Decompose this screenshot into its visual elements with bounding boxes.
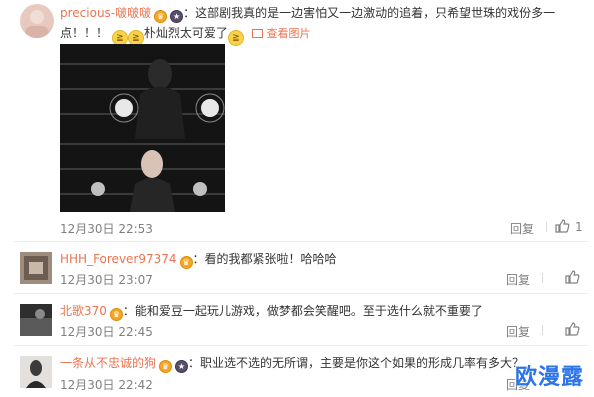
user-avatar[interactable] [20, 4, 54, 38]
user-avatar[interactable] [20, 356, 52, 388]
comment-separator [14, 241, 588, 242]
site-watermark: 欧漫露 [514, 365, 584, 390]
user-avatar[interactable] [20, 252, 52, 284]
comment-text-line: 一条从不忠诚的狗 ♛ ★ ：职业选不选的无所谓，主要是你这个如果的形成几率有多大？ [60, 354, 524, 373]
member-badge-icon: ★ [175, 360, 189, 373]
crown-badge-icon: ♛ [179, 256, 193, 269]
comment-text-2: 点！！！ [60, 26, 109, 40]
comment-2: HHH_Forever97374 ♛ ：看的我都紧张啦！哈哈哈 12月30日 23:… [0, 246, 594, 292]
comment-username[interactable]: 一条从不忠诚的狗 [60, 356, 156, 370]
like-count: 1 [575, 220, 583, 234]
reply-button[interactable]: 回复 [506, 323, 530, 340]
comment-username[interactable]: 北歌370 [60, 304, 107, 318]
picture-icon [251, 29, 263, 38]
member-badge-icon: ★ [170, 10, 184, 23]
action-divider [546, 222, 547, 232]
user-avatar[interactable] [20, 304, 52, 336]
comment-1: precious-啵啵啵 ♛ ★ ：这部剧我真的是一边害怕又一边激动的追着，只希望世珠… [0, 0, 594, 238]
comment-username[interactable]: HHH_Forever97374 [60, 252, 177, 266]
thumbs-up-icon[interactable] [554, 218, 570, 234]
view-picture-link[interactable]: 查看图片 [267, 27, 311, 40]
comment-time: 12月30日 23:07 [60, 273, 153, 287]
laughing-emoji-icon: ≧ [227, 30, 244, 46]
comment-text: ：看的我都紧张啦！哈哈哈 [192, 252, 337, 266]
comment-username[interactable]: precious-啵啵啵 [60, 6, 151, 20]
comment-time: 12月30日 22:45 [60, 325, 153, 339]
photo-image [60, 44, 225, 212]
avatar-image [20, 356, 52, 388]
crown-badge-icon: ♛ [109, 308, 123, 321]
avatar-image [20, 304, 52, 336]
action-divider [542, 325, 543, 335]
comment-text-line: HHH_Forever97374 ♛ ：看的我都紧张啦！哈哈哈 [60, 250, 337, 269]
comment-text: ：职业选不选的无所谓，主要是你这个如果的形成几率有多大？ [188, 356, 525, 370]
thumbs-up-icon[interactable] [564, 321, 580, 337]
comment-photo[interactable] [60, 44, 225, 212]
comment-text-line-1: precious-啵啵啵 ♛ ★ ：这部剧我真的是一边害怕又一边激动的追着，只希望世珠… [60, 4, 555, 23]
crown-badge-icon: ♛ [159, 360, 173, 373]
comment-text: ：这部剧我真的是一边害怕又一边激动的追着，只希望世珠的戏份多一 [183, 6, 556, 20]
thumbs-up-icon[interactable] [564, 269, 580, 285]
comment-text-line-2: 点！！！ ≧ ≧ 朴灿烈太可爱了 ≧ 查看图片 [60, 24, 311, 46]
reply-button[interactable]: 回复 [506, 271, 530, 288]
comment-separator [14, 345, 588, 346]
reply-button[interactable]: 回复 [510, 220, 534, 237]
crown-badge-icon: ♛ [154, 10, 168, 23]
action-divider [542, 273, 543, 283]
comment-text-3: 朴灿烈太可爱了 [143, 26, 228, 40]
comment-text-line: 北歌370 ♛ ：能和爱豆一起玩儿游戏，做梦都会笑醒吧。至于选什么就不重要了 [60, 302, 483, 321]
comment-time: 12月30日 22:53 [60, 222, 153, 236]
comment-separator [14, 293, 588, 294]
comment-text: ：能和爱豆一起玩儿游戏，做梦都会笑醒吧。至于选什么就不重要了 [122, 304, 483, 318]
avatar-image [25, 10, 49, 38]
comment-3: 北歌370 ♛ ：能和爱豆一起玩儿游戏，做梦都会笑醒吧。至于选什么就不重要了 12月… [0, 298, 594, 344]
avatar-image [20, 252, 52, 284]
comment-time: 12月30日 22:42 [60, 378, 153, 392]
comment-4: 一条从不忠诚的狗 ♛ ★ ：职业选不选的无所谓，主要是你这个如果的形成几率有多大？ 1… [0, 350, 594, 397]
